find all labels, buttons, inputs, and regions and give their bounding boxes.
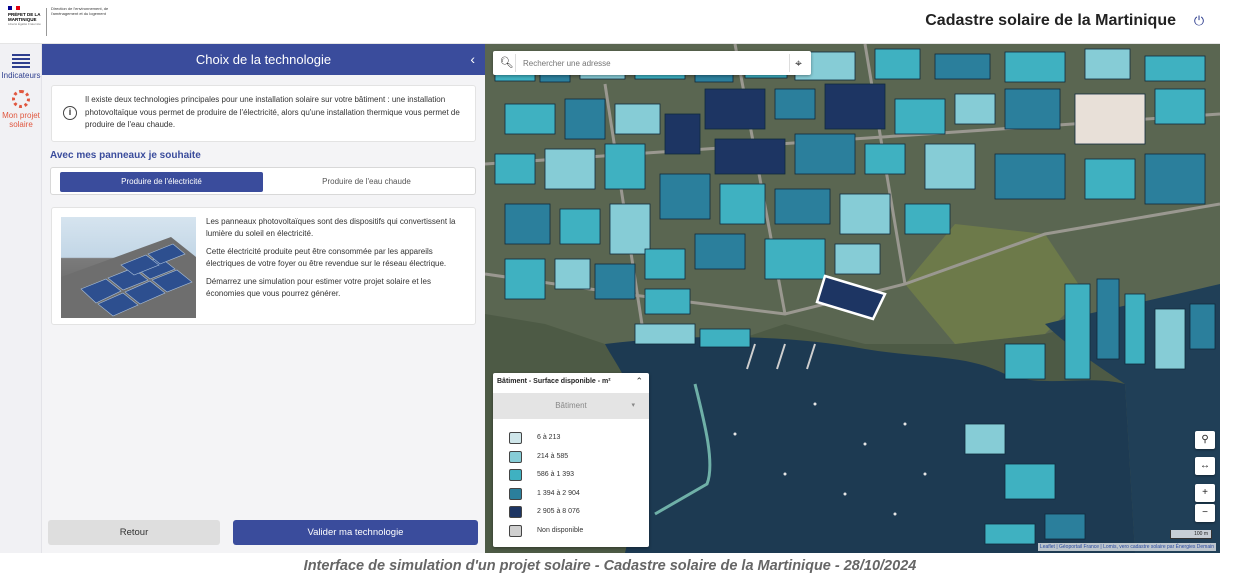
- left-rail: Indicateurs Mon projet solaire: [0, 44, 42, 553]
- pv-description-card: Les panneaux photovoltaïques sont des di…: [51, 207, 476, 325]
- info-text: Il existe deux technologies principales …: [85, 95, 460, 129]
- validate-technology-button[interactable]: Valider ma technologie: [233, 520, 478, 545]
- option-electricity[interactable]: Produire de l'électricité: [60, 172, 263, 192]
- flag-icon: [8, 6, 20, 10]
- app-header: PRÉFET DE LA MARTINIQUE Liberté Égalité …: [0, 0, 1220, 44]
- zoom-out-button[interactable]: −: [1195, 504, 1215, 522]
- pv-paragraph: Démarrez une simulation pour estimer vot…: [206, 277, 431, 298]
- legend-class-label: Non disponible: [537, 526, 584, 534]
- power-icon[interactable]: ⏻: [1192, 13, 1206, 28]
- legend-title: Bâtiment - Surface disponible - m²: [497, 378, 611, 385]
- logo-divider: [46, 8, 47, 36]
- choice-subtitle: Avec mes panneaux je souhaite: [50, 150, 201, 161]
- legend-swatch: [509, 432, 522, 444]
- legend-swatch: [509, 450, 522, 463]
- info-box: i Il existe deux technologies principale…: [51, 85, 476, 142]
- pv-paragraph: Cette électricité produite peut être con…: [206, 247, 447, 268]
- rail-item-label: Indicateurs: [1, 71, 41, 80]
- measure-icon[interactable]: ↔: [1195, 457, 1215, 475]
- map-scale: 100 m: [1170, 530, 1212, 539]
- legend-swatch: [509, 524, 522, 537]
- pv-paragraph: Les panneaux photovoltaïques sont des di…: [206, 217, 456, 238]
- technology-toggle: Produire de l'électricité Produire de l'…: [50, 167, 476, 195]
- legend-class-label: 6 à 213: [537, 434, 561, 441]
- logo-republic-text: PRÉFET DE LA MARTINIQUE: [8, 12, 41, 22]
- back-button[interactable]: Retour: [48, 520, 220, 545]
- marker-icon[interactable]: ⚲: [1195, 431, 1215, 449]
- search-icon[interactable]: 🔍︎: [498, 54, 516, 72]
- map-attribution[interactable]: Leaflet | Géoportail France | Lomis, ver…: [1037, 543, 1216, 551]
- republic-block: PRÉFET DE LA MARTINIQUE Liberté Égalité …: [8, 6, 42, 38]
- rail-item-mon-projet[interactable]: Mon projet solaire: [0, 90, 42, 129]
- legend-class-label: 1 394 à 2 904: [537, 489, 580, 497]
- address-search-bar: 🔍︎ ⌖: [493, 51, 811, 75]
- pv-description-text: Les panneaux photovoltaïques sont des di…: [206, 216, 471, 306]
- logo-motto: Liberté Égalité Fraternité: [8, 22, 41, 26]
- legend-class-label: 214 à 585: [537, 452, 569, 460]
- option-hot-water[interactable]: Produire de l'eau chaude: [265, 172, 468, 192]
- technology-panel: Choix de la technologie ‹ i Il existe de…: [42, 44, 485, 553]
- gear-icon: [12, 90, 30, 108]
- address-search-input[interactable]: [523, 54, 773, 72]
- rail-item-label: Mon projet solaire: [2, 111, 40, 129]
- solar-panel-image: [61, 217, 196, 318]
- panel-title: Choix de la technologie: [195, 52, 332, 67]
- geolocate-icon[interactable]: ⌖: [789, 54, 807, 72]
- legend-layer-select[interactable]: Bâtiment ▾: [493, 393, 649, 419]
- chevron-down-icon: ▾: [631, 402, 635, 409]
- info-icon: i: [63, 106, 77, 120]
- prefecture-logo[interactable]: PRÉFET DE LA MARTINIQUE Liberté Égalité …: [8, 6, 118, 38]
- legend-select-value: Bâtiment: [555, 401, 587, 410]
- legend-swatch: [509, 506, 522, 518]
- legend-swatch: [509, 469, 522, 481]
- zoom-in-button[interactable]: +: [1195, 484, 1215, 502]
- legend-swatch: [509, 487, 522, 500]
- legend-class-label: 2 905 à 8 076: [537, 508, 580, 515]
- map-view[interactable]: 🔍︎ ⌖ Bâtiment - Surface disponible - m² …: [485, 44, 1220, 553]
- logo-direction-text: Direction de l'environnement, de l'aména…: [51, 6, 109, 16]
- figure-caption: Interface de simulation d'un projet sola…: [303, 558, 917, 574]
- map-legend: Bâtiment - Surface disponible - m² ⌃ Bât…: [493, 373, 649, 547]
- collapse-chevron-icon[interactable]: ‹: [470, 44, 475, 75]
- app-window: PRÉFET DE LA MARTINIQUE Liberté Égalité …: [0, 0, 1220, 553]
- panel-header: Choix de la technologie ‹: [42, 44, 485, 75]
- app-title: Cadastre solaire de la Martinique: [925, 12, 1176, 29]
- legend-collapse-icon[interactable]: ⌃: [635, 376, 643, 387]
- legend-class-label: 586 à 1 393: [537, 471, 574, 478]
- rail-item-indicateurs[interactable]: Indicateurs: [0, 54, 42, 80]
- list-icon: [12, 54, 30, 68]
